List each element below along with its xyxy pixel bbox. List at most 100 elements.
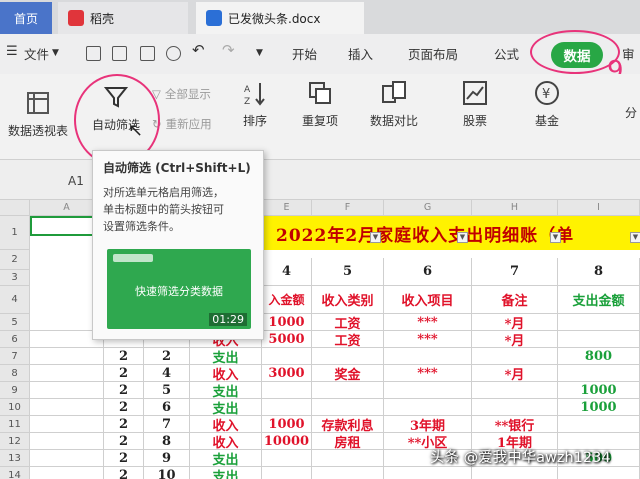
table-cell[interactable]: 10 [144, 467, 190, 479]
table-cell[interactable]: 2 [104, 467, 144, 479]
table-cell[interactable]: *月 [472, 331, 558, 349]
table-cell[interactable]: *月 [472, 365, 558, 383]
table-cell[interactable] [384, 348, 472, 365]
table-cell[interactable]: *** [384, 365, 472, 382]
table-cell[interactable]: 10000 [262, 433, 312, 450]
more-icon[interactable]: ▼ [256, 48, 263, 58]
menu-file[interactable]: 文件 [24, 44, 49, 63]
table-cell[interactable]: *** [384, 331, 472, 348]
table-cell[interactable]: 6 [144, 399, 190, 416]
table-cell[interactable] [384, 382, 472, 399]
fund-button[interactable]: ¥ 基金 [534, 80, 560, 129]
table-cell[interactable] [558, 416, 640, 433]
row-header[interactable]: 14 [0, 467, 30, 479]
table-cell[interactable] [558, 467, 640, 479]
show-all-button[interactable]: ▽ 全部显示 [152, 86, 211, 102]
table-cell[interactable]: 奖金 [312, 365, 384, 383]
compare-button[interactable]: 数据对比 [370, 80, 418, 129]
table-cell[interactable]: 3年期 [384, 416, 472, 434]
table-cell[interactable] [472, 382, 558, 399]
column-header[interactable]: F [312, 200, 384, 216]
col-number[interactable]: 8 [558, 258, 640, 286]
table-cell[interactable]: 2 [104, 416, 144, 433]
table-cell[interactable]: *** [384, 314, 472, 331]
table-cell[interactable]: **银行 [472, 416, 558, 434]
table-cell[interactable] [30, 399, 104, 416]
table-cell[interactable] [384, 399, 472, 416]
table-cell[interactable]: 2 [104, 365, 144, 382]
col-number[interactable]: 5 [312, 258, 384, 286]
table-cell[interactable] [30, 433, 104, 450]
table-cell[interactable] [472, 348, 558, 365]
table-cell[interactable] [30, 450, 104, 467]
table-cell[interactable] [262, 467, 312, 479]
table-cell[interactable] [472, 399, 558, 416]
hamburger-icon[interactable]: ☰ [6, 44, 18, 59]
table-cell[interactable]: 4 [144, 365, 190, 382]
table-cell[interactable] [312, 348, 384, 365]
tab-home[interactable]: 首页 [0, 2, 52, 34]
table-cell[interactable] [472, 467, 558, 479]
table-cell[interactable]: 2 [144, 348, 190, 365]
header-income-category[interactable]: 收入类别 [312, 286, 384, 314]
sheet-title[interactable]: 2022年2月家庭收入支出明细账（单 [262, 216, 640, 250]
undo-icon[interactable]: ↶ [192, 41, 205, 59]
table-cell[interactable] [30, 382, 104, 399]
reapply-button[interactable]: ↻ 重新应用 [152, 116, 212, 132]
table-cell[interactable] [30, 348, 104, 365]
menu-start[interactable]: 开始 [292, 44, 317, 63]
table-cell[interactable]: 2 [104, 433, 144, 450]
table-cell[interactable]: 房租 [312, 433, 384, 451]
tab-document[interactable]: 已发微头条.docx [196, 2, 364, 34]
table-cell[interactable]: 收入 [190, 365, 262, 383]
table-cell[interactable]: 1000 [262, 314, 312, 331]
table-cell[interactable]: 2 [104, 399, 144, 416]
row-header[interactable]: 10 [0, 399, 30, 416]
header-notes[interactable]: 备注 [472, 286, 558, 314]
table-cell[interactable] [262, 348, 312, 365]
table-cell[interactable] [312, 399, 384, 416]
filter-dropdown-icon[interactable]: ▼ [368, 230, 383, 244]
column-header[interactable]: E [262, 200, 312, 216]
table-cell[interactable]: 支出 [190, 399, 262, 417]
row-header[interactable]: 1 [0, 216, 30, 250]
table-cell[interactable]: 存款利息 [312, 416, 384, 434]
row-header[interactable]: 11 [0, 416, 30, 433]
table-cell[interactable]: 1000 [558, 382, 640, 399]
table-cell[interactable] [30, 416, 104, 433]
filter-dropdown-icon[interactable]: ▼ [548, 230, 563, 244]
menu-page-layout[interactable]: 页面布局 [408, 44, 458, 63]
table-cell[interactable]: 工资 [312, 314, 384, 332]
header-income-item[interactable]: 收入项目 [384, 286, 472, 314]
split-button[interactable]: 分 [625, 104, 637, 121]
redo-icon[interactable]: ↷ [222, 41, 235, 59]
menu-insert[interactable]: 插入 [348, 44, 373, 63]
sort-button[interactable]: AZ 排序 [242, 80, 268, 129]
row-header[interactable]: 9 [0, 382, 30, 399]
table-cell[interactable] [30, 365, 104, 382]
print-icon[interactable] [140, 46, 155, 61]
table-cell[interactable] [262, 399, 312, 416]
row-header[interactable]: 4 [0, 286, 30, 314]
table-cell[interactable]: 800 [558, 348, 640, 365]
table-cell[interactable] [262, 382, 312, 399]
table-cell[interactable]: 3000 [262, 365, 312, 382]
table-cell[interactable]: 2 [104, 382, 144, 399]
row-header[interactable]: 12 [0, 433, 30, 450]
table-cell[interactable]: *月 [472, 314, 558, 332]
preview-icon[interactable] [166, 46, 181, 61]
column-header[interactable]: I [558, 200, 640, 216]
column-header[interactable]: H [472, 200, 558, 216]
row-header[interactable]: 7 [0, 348, 30, 365]
row-header[interactable]: 13 [0, 450, 30, 467]
table-cell[interactable] [30, 467, 104, 479]
tutorial-video-thumbnail[interactable]: 快速筛选分类数据 01:29 [107, 249, 251, 329]
save-icon[interactable] [86, 46, 101, 61]
table-cell[interactable]: 9 [144, 450, 190, 467]
table-cell[interactable] [384, 467, 472, 479]
table-cell[interactable]: 2 [104, 348, 144, 365]
table-cell[interactable]: 5000 [262, 331, 312, 348]
filter-dropdown-icon[interactable]: ▼ [455, 230, 470, 244]
duplicates-button[interactable]: 重复项 [302, 80, 338, 129]
table-cell[interactable] [312, 467, 384, 479]
